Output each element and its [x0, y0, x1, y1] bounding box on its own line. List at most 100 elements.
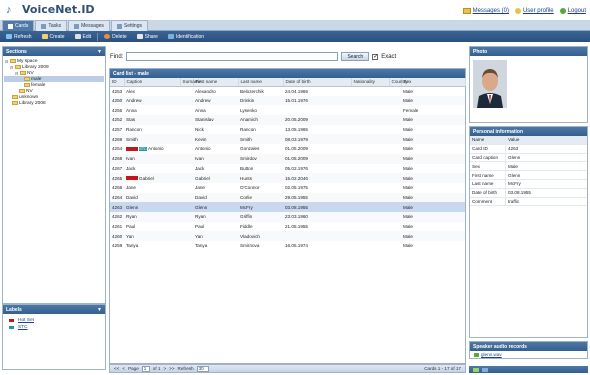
column-header[interactable]: First name	[193, 78, 239, 87]
column-header[interactable]: ID	[110, 78, 125, 87]
table-cell: 16.05.1974	[285, 243, 308, 249]
table-cell	[180, 105, 193, 115]
create-button[interactable]: Create	[38, 34, 69, 40]
table-cell	[351, 241, 389, 251]
logout-link[interactable]: Logout	[559, 8, 586, 14]
share-icon	[136, 34, 143, 39]
exact-checkbox[interactable]	[372, 53, 378, 60]
table-cell: Jack	[195, 165, 205, 171]
panel-filter-icon[interactable]: ▼	[97, 49, 102, 55]
table-cell: Corlie	[238, 192, 283, 203]
audio-file-link[interactable]: glenn.wav	[481, 352, 502, 357]
create-icon	[41, 34, 48, 39]
card-table: ID Caption Surname First name Last name Date …	[110, 78, 466, 251]
label-hot-set-link[interactable]: Hot Set	[18, 318, 34, 323]
table-row[interactable]: 4262 Ryan Ryan Griffin 23.03.1960 Male	[110, 211, 465, 222]
table-cell: Smirdov	[238, 153, 283, 164]
refresh-interval-input[interactable]: 30	[196, 365, 209, 372]
table-cell: Gonzales	[240, 146, 260, 152]
sections-tree: ⊟ My space ⊟ Library 2009 ⊟ NV male female …	[3, 56, 105, 108]
table-row[interactable]: 4263 Glenn Glenn McFry 03.08.1955 Male	[110, 202, 465, 212]
personal-info-title: Personal information	[470, 127, 587, 136]
delete-button[interactable]: Delete	[100, 34, 130, 40]
table-cell: 4257	[112, 127, 123, 133]
table-cell: Male	[401, 153, 465, 164]
table-row[interactable]: 4267 Jack Jack Button 05.02.1976 Male	[110, 164, 465, 174]
info-key: Comment	[470, 197, 506, 206]
first-page-button[interactable]: <<	[114, 366, 119, 371]
panel-filter-icon[interactable]: ▼	[97, 307, 102, 313]
table-row[interactable]: 4257 Rancon Nick Rancon 13.05.1965 Male	[110, 125, 465, 135]
audio-record[interactable]: glenn.wav	[470, 351, 587, 358]
table-cell: Tanya	[195, 243, 208, 249]
prev-page-button[interactable]: <	[122, 366, 125, 371]
table-row[interactable]: 4252 Stas Stanislav Anamich 20.05.2009 Male	[110, 115, 465, 125]
tab-cards[interactable]: Cards	[2, 20, 35, 31]
pager: << < Page 1 of 1 > >> Refresh 30 Cards 1…	[109, 364, 466, 373]
app-name: VoiceNet.ID	[22, 3, 95, 16]
table-row[interactable]: 4269 Smith Kevin Smith 08.03.1979 Male	[110, 134, 465, 145]
table-row[interactable]: 4264 David David Corlie 29.05.1955 Male	[110, 192, 465, 203]
messages-link[interactable]: Messages (0)	[462, 8, 509, 14]
tab-tasks[interactable]: Tasks	[35, 20, 68, 31]
identification-button[interactable]: Identification	[164, 34, 208, 40]
table-cell: David	[124, 192, 180, 203]
table-row[interactable]: 4260 Yan Yan Vladovich Male	[110, 231, 465, 241]
table-cell	[180, 144, 193, 154]
column-header[interactable]: Surname	[180, 78, 201, 87]
table-cell: 15.02.2046	[283, 173, 351, 183]
table-row[interactable]: 4256 Anna Anna Lysenko Female	[110, 105, 465, 115]
next-page-button[interactable]: >	[163, 366, 166, 371]
table-cell: Ivan	[193, 153, 238, 164]
table-row[interactable]: 4253 Alex Alexandro Belozerchik 24.04.1969 Ma…	[110, 86, 465, 96]
collapse-icon[interactable]: ⊟	[15, 71, 19, 76]
tab-messages[interactable]: Messages	[68, 20, 110, 31]
tab-settings[interactable]: Settings	[110, 20, 148, 31]
table-row[interactable]: 4265 Gabriel Gabriel Hunts 15.02.2046 Male	[110, 173, 465, 183]
table-cell: Male	[403, 223, 413, 229]
share-button[interactable]: Share	[133, 34, 162, 40]
table-row[interactable]: 4259 Tanya Tanya Smirnova 16.05.1974 Male	[110, 241, 465, 251]
column-value: Value	[506, 136, 587, 144]
table-cell: Button	[240, 165, 254, 171]
table-cell: Male	[401, 202, 465, 212]
personal-info-rows: Card ID 4263 Card caption Glenn Sex Male First…	[470, 144, 587, 207]
page-input[interactable]: 1	[141, 365, 150, 372]
search-input[interactable]	[126, 52, 339, 61]
label-hot-set[interactable]: Hot Set	[3, 317, 105, 324]
label-stc[interactable]: STC	[3, 324, 105, 331]
tree-node-library-2008[interactable]: Library 2008	[4, 100, 104, 106]
table-cell	[389, 211, 401, 222]
search-button[interactable]: Search	[341, 52, 370, 61]
user-profile-link[interactable]: User profile	[514, 8, 554, 14]
column-header[interactable]: Caption	[124, 78, 181, 87]
delete-icon	[104, 34, 111, 39]
collapse-icon[interactable]: ⊟	[5, 59, 9, 64]
table-row[interactable]: 4261 Paul Paul Fiddle 21.05.1955 Male	[110, 222, 465, 232]
column-header[interactable]: Last name	[238, 78, 284, 87]
table-cell	[389, 153, 401, 164]
column-header[interactable]: Nationality	[351, 78, 390, 87]
last-page-button[interactable]: >>	[169, 366, 174, 371]
collapse-icon[interactable]: ⊟	[10, 65, 14, 70]
table-cell	[283, 105, 351, 115]
column-header[interactable]: Country	[389, 78, 408, 87]
table-row[interactable]: 4266 Jane Jane O'Connor 02.05.1975 Male	[110, 183, 465, 193]
table-row[interactable]: 4250 Andrew Andrew Drinkin 15.01.1976 Male	[110, 95, 465, 106]
status-icon	[482, 367, 488, 372]
table-row[interactable]: 4254 STC Antonio Antonio Gonzales 01.05.2009 M…	[110, 144, 465, 154]
folder-icon	[24, 77, 30, 81]
table-cell	[389, 115, 401, 125]
table-cell: Antonio	[195, 146, 211, 152]
sections-header: Sections ▼	[3, 47, 105, 56]
table-cell: Male	[403, 146, 413, 152]
label-stc-link[interactable]: STC	[18, 325, 28, 330]
table-cell: 01.05.2009	[285, 146, 308, 152]
cell-text: Gabriel	[139, 175, 154, 181]
column-header[interactable]: Date of birth	[283, 78, 352, 87]
table-cell: 29.05.1955	[283, 192, 351, 203]
table-row[interactable]: 4268 Ivan Ivan Smirdov 01.05.2009 Male	[110, 153, 465, 164]
column-header[interactable]: Sex	[401, 78, 466, 87]
edit-button[interactable]: Edit	[71, 34, 96, 40]
refresh-button[interactable]: Refresh	[2, 34, 36, 40]
